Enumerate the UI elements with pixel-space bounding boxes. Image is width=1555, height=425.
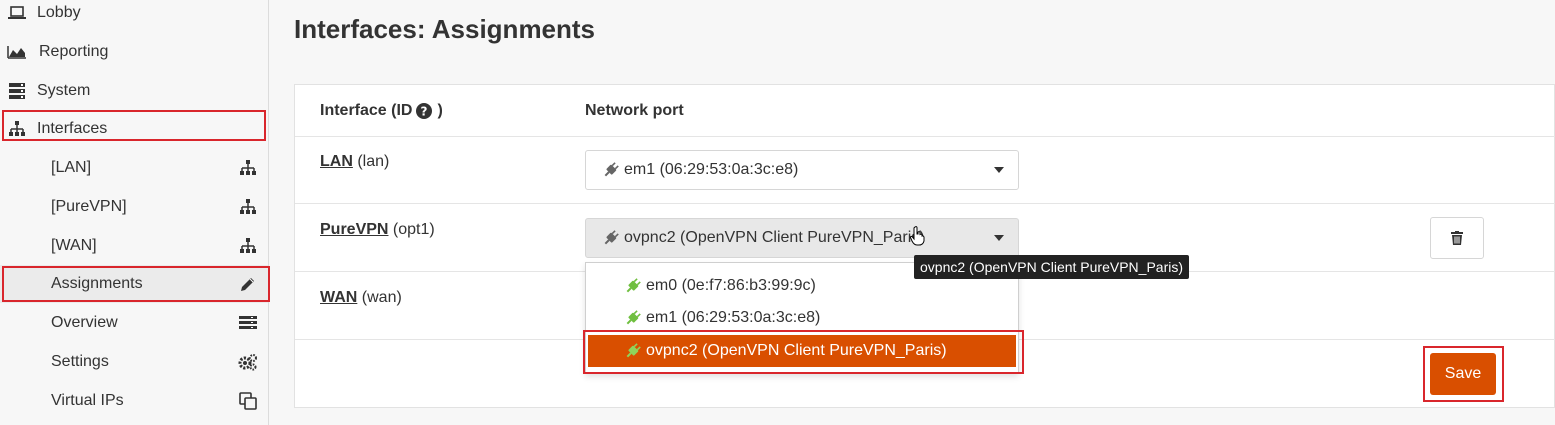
row-divider: [295, 136, 1555, 137]
trash-icon: [1451, 231, 1463, 245]
plug-icon: [624, 309, 642, 327]
chevron-down-icon: [994, 235, 1004, 241]
server-icon: [7, 83, 27, 99]
pencil-icon: [238, 276, 258, 292]
tooltip: ovpnc2 (OpenVPN Client PureVPN_Paris): [914, 255, 1190, 279]
sidebar: Lobby Reporting System Interfaces [LAN] …: [0, 0, 269, 425]
network-port-select-lan[interactable]: em1 (06:29:53:0a:3c:e8): [585, 150, 1019, 190]
sidebar-item-label: Lobby: [37, 4, 81, 21]
sidebar-item-settings[interactable]: Settings: [0, 343, 268, 381]
interface-purevpn: PureVPN (opt1): [320, 221, 435, 239]
sidebar-item-label: Virtual IPs: [51, 392, 124, 409]
dropdown-option-selected[interactable]: ovpnc2 (OpenVPN Client PureVPN_Paris): [588, 335, 1016, 367]
copy-icon: [238, 392, 258, 410]
option-label: em0 (0e:f7:86:b3:99:9c): [646, 277, 816, 294]
laptop-icon: [7, 5, 27, 21]
option-label: ovpnc2 (OpenVPN Client PureVPN_Paris): [646, 342, 947, 359]
sidebar-item-label: [WAN]: [51, 237, 97, 254]
cogs-icon: [238, 353, 258, 371]
column-header-interface: Interface (ID ? ): [320, 102, 443, 120]
sidebar-item-label: Assignments: [51, 275, 143, 292]
plug-icon: [602, 229, 620, 247]
sidebar-item-system[interactable]: System: [0, 72, 268, 110]
sidebar-item-interfaces[interactable]: Interfaces: [0, 110, 268, 148]
sidebar-item-virtual-ips[interactable]: Virtual IPs: [0, 382, 268, 420]
sitemap-icon: [238, 199, 258, 215]
sidebar-item-lan[interactable]: [LAN]: [0, 149, 268, 187]
sidebar-item-label: [LAN]: [51, 159, 92, 176]
sidebar-item-lobby[interactable]: Lobby: [0, 0, 268, 32]
interface-id: (opt1): [392, 221, 435, 238]
sidebar-item-assignments[interactable]: Assignments: [0, 265, 268, 303]
delete-interface-button[interactable]: [1430, 217, 1484, 259]
select-value: ovpnc2 (OpenVPN Client PureVPN_Paris): [624, 229, 925, 246]
interface-wan: WAN (wan): [320, 289, 402, 307]
sitemap-icon: [238, 238, 258, 254]
sidebar-item-label: System: [37, 82, 91, 99]
sidebar-item-overview[interactable]: Overview: [0, 304, 268, 342]
sidebar-item-wan[interactable]: [WAN]: [0, 227, 268, 265]
sitemap-icon: [7, 121, 27, 137]
interface-id: (lan): [357, 153, 390, 170]
option-label: em1 (06:29:53:0a:3c:e8): [646, 309, 821, 326]
plug-icon: [602, 161, 620, 179]
sidebar-item-label: Reporting: [39, 43, 109, 60]
interface-link-wan[interactable]: WAN: [320, 289, 357, 306]
area-chart-icon: [7, 44, 27, 60]
network-port-select-purevpn[interactable]: ovpnc2 (OpenVPN Client PureVPN_Paris): [585, 218, 1019, 258]
plug-icon: [624, 342, 642, 360]
interface-link-lan[interactable]: LAN: [320, 153, 353, 170]
column-header-port: Network port: [585, 102, 684, 119]
interface-link-purevpn[interactable]: PureVPN: [320, 221, 388, 238]
hand-cursor-icon: [909, 226, 926, 251]
sidebar-item-label: Overview: [51, 314, 118, 331]
chevron-down-icon: [994, 167, 1004, 173]
select-value: em1 (06:29:53:0a:3c:e8): [624, 161, 799, 178]
save-button[interactable]: Save: [1430, 353, 1496, 395]
interface-id: (wan): [361, 289, 402, 306]
dropdown-option[interactable]: em1 (06:29:53:0a:3c:e8): [586, 302, 1018, 334]
list-icon: [238, 315, 258, 331]
sidebar-item-label: [PureVPN]: [51, 198, 127, 215]
row-divider: [295, 203, 1555, 204]
sidebar-item-purevpn[interactable]: [PureVPN]: [0, 188, 268, 226]
help-icon[interactable]: ?: [416, 103, 433, 119]
column-header-label: Interface (ID: [320, 102, 413, 119]
sidebar-item-label: Settings: [51, 353, 109, 370]
column-header-close: ): [437, 102, 443, 119]
sidebar-item-reporting[interactable]: Reporting: [0, 33, 268, 71]
page-title: Interfaces: Assignments: [294, 14, 596, 44]
interface-lan: LAN (lan): [320, 153, 389, 171]
sitemap-icon: [238, 160, 258, 176]
sidebar-item-label: Interfaces: [37, 120, 108, 137]
svg-text:?: ?: [421, 105, 428, 119]
plug-icon: [624, 277, 642, 295]
